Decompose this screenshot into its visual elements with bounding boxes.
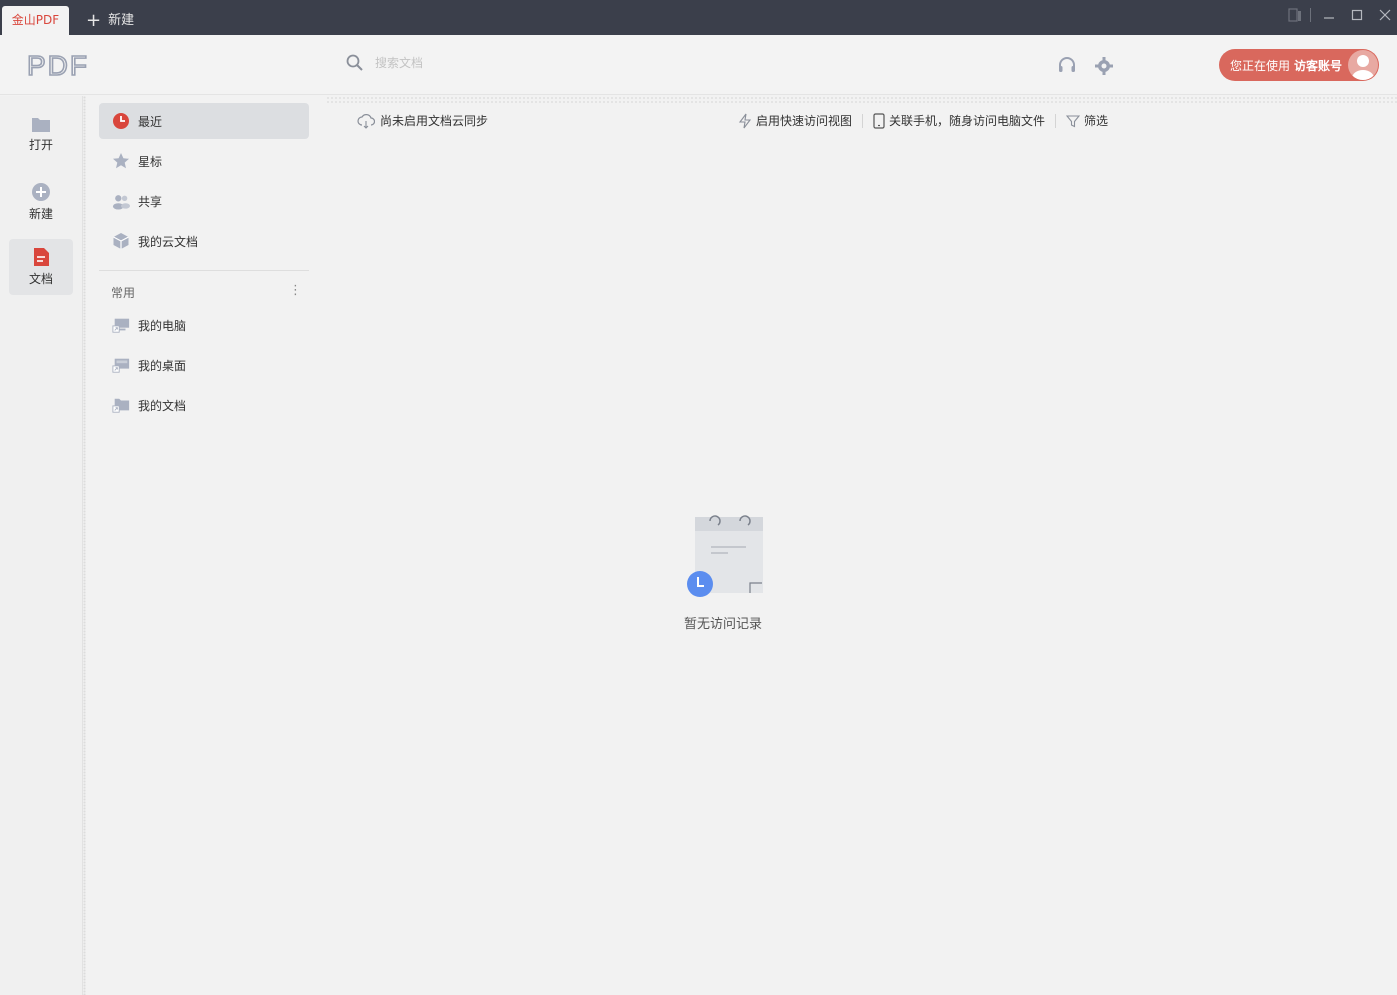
nav-item-label: 最近 xyxy=(138,114,163,129)
cloud-sync-label: 尚未启用文档云同步 xyxy=(380,114,489,128)
nav-item-label: 星标 xyxy=(138,154,163,169)
nav-item-my-desktop[interactable]: 我的桌面 xyxy=(99,347,309,383)
rail-new-label: 新建 xyxy=(28,207,53,221)
desktop-shortcut-icon xyxy=(112,356,130,374)
link-phone-label: 关联手机，随身访问电脑文件 xyxy=(889,114,1046,128)
document-icon xyxy=(34,248,49,266)
nav-item-shared[interactable]: 共享 xyxy=(99,183,309,219)
app-header: PDF 您正在使用 访客账号 xyxy=(0,35,1397,95)
nav-item-recent[interactable]: 最近 xyxy=(99,103,309,139)
pdf-logo: PDF xyxy=(26,49,99,83)
title-bar: 金山PDF + 新建 xyxy=(0,0,1397,35)
nav-panel: 最近 星标 共享 我的云文档 常用 ⋮ 我的电脑 我的桌面 我的文档 xyxy=(86,96,326,995)
nav-item-my-computer[interactable]: 我的电脑 xyxy=(99,307,309,343)
computer-shortcut-icon xyxy=(112,316,130,334)
nav-item-starred[interactable]: 星标 xyxy=(99,143,309,179)
close-button[interactable] xyxy=(1376,5,1394,25)
tab-app-home[interactable]: 金山PDF xyxy=(2,6,69,35)
rail-new-button[interactable]: 新建 xyxy=(9,174,73,230)
svg-text:PDF: PDF xyxy=(27,50,89,80)
plus-circle-icon xyxy=(32,183,50,201)
lightning-icon xyxy=(738,113,752,128)
nav-item-cloud-docs[interactable]: 我的云文档 xyxy=(99,223,309,259)
nav-divider xyxy=(99,270,309,271)
quick-view-button[interactable]: 启用快速访问视图 xyxy=(738,112,852,129)
cloud-icon xyxy=(357,113,375,129)
empty-state-message: 暂无访问记录 xyxy=(684,617,763,632)
filter-label: 筛选 xyxy=(1084,114,1109,128)
cloud-sync-link[interactable]: 尚未启用文档云同步 xyxy=(357,112,488,129)
nav-item-label: 我的云文档 xyxy=(138,234,199,249)
minimize-button[interactable] xyxy=(1320,5,1338,25)
main-toolbar: 启用快速访问视图 关联手机，随身访问电脑文件 筛选 xyxy=(738,112,1108,129)
empty-state-illustration xyxy=(686,507,776,602)
more-options-icon[interactable]: ⋮ xyxy=(289,283,302,298)
titlebar-divider xyxy=(1307,5,1313,25)
plus-icon: + xyxy=(86,9,102,31)
search-input[interactable] xyxy=(375,56,675,70)
rail-documents-button[interactable]: 文档 xyxy=(9,239,73,295)
nav-item-label: 我的电脑 xyxy=(138,318,187,333)
rail-open-button[interactable]: 打开 xyxy=(9,106,73,162)
search-icon xyxy=(346,54,363,71)
nav-item-label: 共享 xyxy=(138,194,163,209)
quick-view-label: 启用快速访问视图 xyxy=(756,114,853,128)
account-prefix: 您正在使用 xyxy=(1230,58,1291,73)
maximize-button[interactable] xyxy=(1348,5,1366,25)
nav-item-label: 我的文档 xyxy=(138,398,187,413)
nav-group-title: 常用 xyxy=(111,286,136,300)
link-phone-button[interactable]: 关联手机，随身访问电脑文件 xyxy=(873,112,1045,129)
phone-icon xyxy=(873,112,885,129)
toolbar-divider xyxy=(1055,113,1057,128)
star-icon xyxy=(112,152,130,170)
avatar xyxy=(1348,50,1378,80)
search-box[interactable] xyxy=(346,54,675,72)
filter-button[interactable]: 筛选 xyxy=(1066,112,1108,129)
filter-icon xyxy=(1066,114,1081,127)
folder-icon xyxy=(32,118,50,132)
new-tab-button[interactable]: + 新建 xyxy=(86,6,134,35)
account-name: 访客账号 xyxy=(1294,58,1343,73)
toolbar-divider xyxy=(862,113,864,128)
gear-icon[interactable] xyxy=(1093,55,1115,77)
left-rail: 打开 新建 文档 xyxy=(0,96,83,995)
account-button[interactable]: 您正在使用 访客账号 xyxy=(1219,49,1379,81)
nav-item-my-documents[interactable]: 我的文档 xyxy=(99,387,309,423)
rail-open-label: 打开 xyxy=(28,138,53,152)
cube-icon xyxy=(112,232,130,250)
rail-documents-label: 文档 xyxy=(28,272,53,286)
reading-mode-icon[interactable] xyxy=(1286,5,1304,25)
clock-icon xyxy=(112,112,130,130)
folder-shortcut-icon xyxy=(112,396,130,414)
people-icon xyxy=(112,192,130,210)
new-tab-label: 新建 xyxy=(108,13,135,28)
headset-icon[interactable] xyxy=(1056,55,1078,77)
nav-item-label: 我的桌面 xyxy=(138,358,187,373)
